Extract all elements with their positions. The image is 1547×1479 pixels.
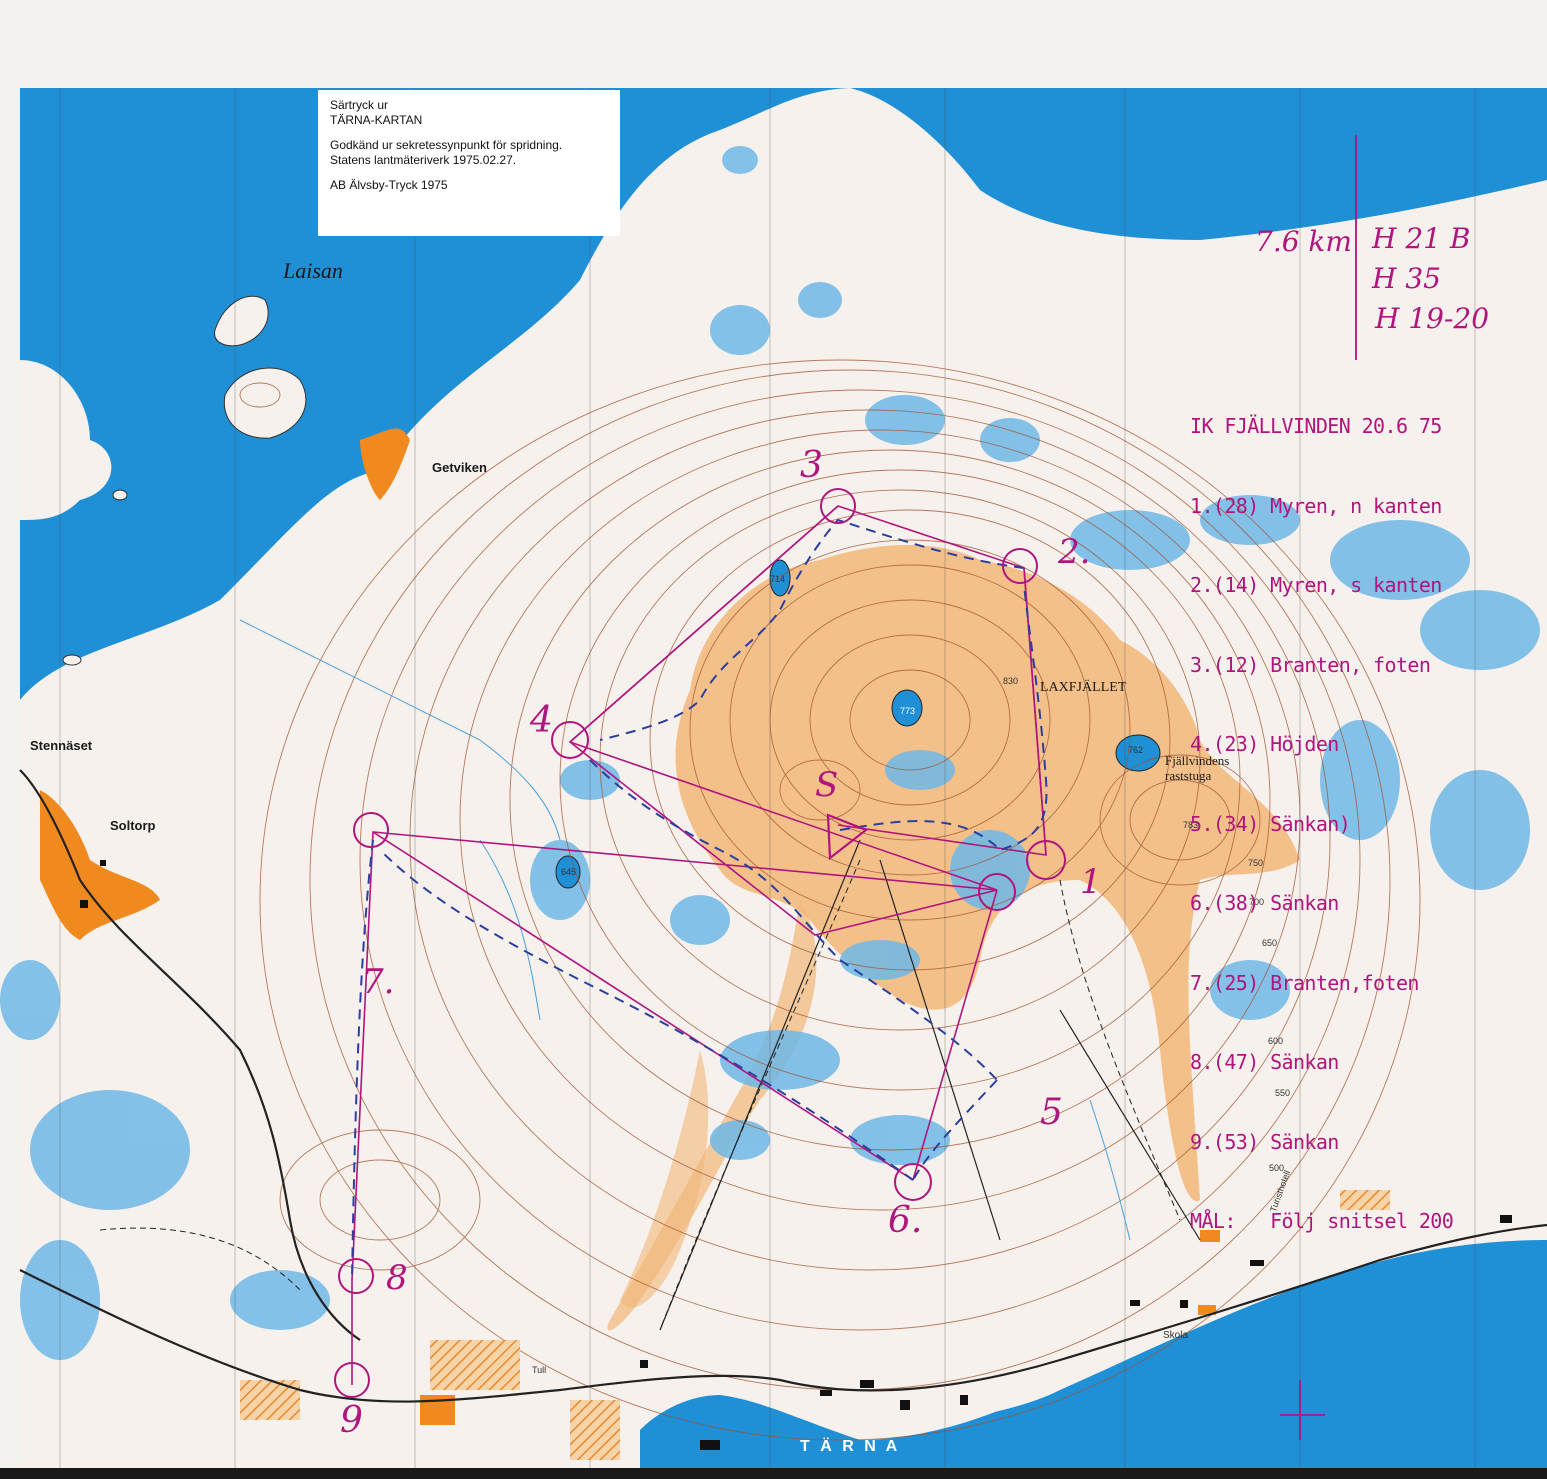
control-desc-7: 7.(25) Branten,foten xyxy=(1190,970,1419,995)
place-getviken: Getviken xyxy=(432,460,487,475)
place-soltorp: Soltorp xyxy=(110,818,156,833)
islet xyxy=(112,489,128,501)
height-830: 830 xyxy=(1003,676,1019,686)
control-desc-8: 8.(47) Sänkan xyxy=(1190,1050,1339,1074)
place-laxfjallet: LAXFJÄLLET xyxy=(1040,680,1127,695)
control-number-3: 3 xyxy=(800,445,823,486)
control-number-4: 4 xyxy=(530,700,553,741)
control-desc-3: 3.(12) Branten, foten xyxy=(1190,652,1431,677)
course-header: IK FJÄLLVINDEN 20.6 75 xyxy=(1190,414,1442,438)
label-skola: Skola xyxy=(1163,1330,1189,1341)
control-number-2: 2. xyxy=(1058,532,1091,572)
height-762: 762 xyxy=(1128,745,1144,755)
imprint-line-5: AB Älvsby-Tryck 1975 xyxy=(330,178,448,192)
control-number-7: 7. xyxy=(362,962,395,1002)
map-imprint: Särtryck ur TÄRNA-KARTAN Godkänd ur sekr… xyxy=(318,90,620,236)
place-stennaset: Stennäset xyxy=(30,738,93,753)
control-number-1: 1 xyxy=(1080,862,1102,902)
islet xyxy=(62,654,82,666)
handwritten-distance: 7.6 km xyxy=(1255,225,1352,258)
handwritten-class-3: H 19-20 xyxy=(1375,302,1490,335)
control-desc-2: 2.(14) Myren, s kanten xyxy=(1190,573,1442,597)
control-desc-4: 4.(23) Höjden xyxy=(1190,732,1339,756)
control-desc-6: 6.(38) Sänkan xyxy=(1190,891,1339,915)
control-desc-9: 9.(53) Sänkan xyxy=(1190,1129,1339,1154)
control-number-9: 9 xyxy=(340,1400,363,1441)
handwritten-class-1: H 21 B xyxy=(1372,222,1471,255)
control-desc-1: 1.(28) Myren, n kanten xyxy=(1190,493,1442,518)
control-number-start: S xyxy=(815,765,839,805)
label-tull: Tull xyxy=(532,1365,547,1375)
handwritten-class-2: H 35 xyxy=(1372,262,1441,295)
height-645: 645 xyxy=(561,867,577,877)
control-number-6: 6. xyxy=(888,1200,923,1241)
control-number-8: 8 xyxy=(386,1258,408,1298)
finish-desc: MÅL: Följ snitsel 200 xyxy=(1190,1209,1454,1233)
place-tarna: T Ä R N A xyxy=(800,1438,901,1455)
imprint-line-2: TÄRNA-KARTAN xyxy=(330,113,423,127)
height-714: 714 xyxy=(770,574,786,584)
imprint-line-1: Särtryck ur xyxy=(330,98,389,112)
lake-name-laisan: Laisan xyxy=(283,258,343,283)
imprint-line-3: Godkänd ur sekretessynpunkt för spridnin… xyxy=(330,138,563,152)
control-number-5: 5 xyxy=(1040,1092,1063,1133)
scan-edge xyxy=(0,1468,1547,1479)
control-descriptions: IK FJÄLLVINDEN 20.6 75 1.(28) Myren, n k… xyxy=(1190,360,1540,1261)
control-desc-5: 5.(34) Sänkan) xyxy=(1190,811,1351,836)
height-773: 773 xyxy=(900,706,916,716)
imprint-line-4: Statens lantmäteriverk 1975.02.27. xyxy=(330,153,517,167)
